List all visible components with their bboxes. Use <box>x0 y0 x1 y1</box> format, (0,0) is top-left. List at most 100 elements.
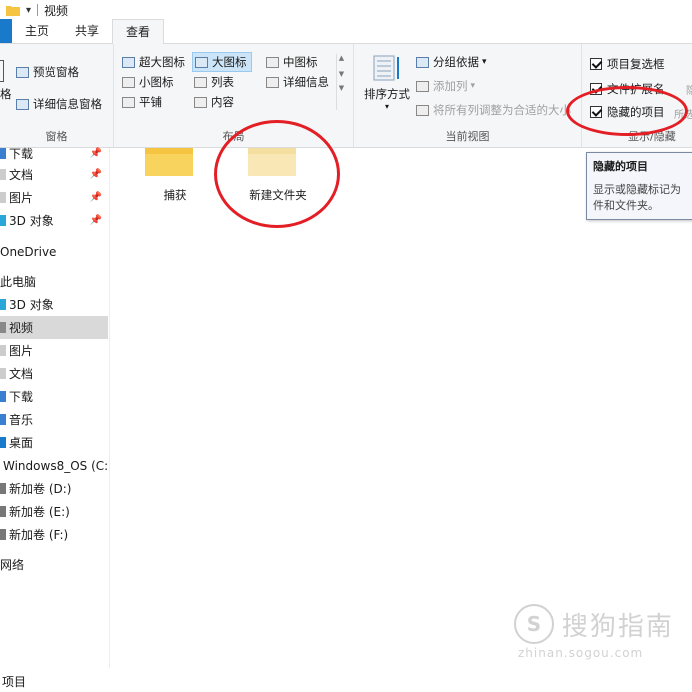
layout-item-label: 详细信息 <box>283 75 329 89</box>
document-icon <box>0 368 6 379</box>
nav-item-label: 网络 <box>0 558 25 572</box>
content-icon <box>194 96 207 108</box>
nav-item-music[interactable]: 音乐 <box>0 408 108 431</box>
size-all-columns-button[interactable]: 将所有列调整为合适的大小 <box>416 102 571 118</box>
large-icons-icon <box>195 56 208 68</box>
nav-item-label: 此电脑 <box>0 275 37 289</box>
nav-item-drive-e[interactable]: 新加卷 (E:) <box>0 500 108 523</box>
add-column-button[interactable]: 添加列 ▾ <box>416 78 475 94</box>
nav-item-documents[interactable]: 文档 <box>0 362 108 385</box>
group-by-button[interactable]: 分组依据 ▾ <box>416 54 487 70</box>
nav-item-drive-c[interactable]: Windows8_OS (C:) <box>0 454 108 477</box>
folder-item[interactable]: 捕获 <box>143 148 207 203</box>
layout-extra-large-icons[interactable]: 超大图标 <box>122 54 185 70</box>
picture-icon <box>0 192 6 203</box>
add-column-dropdown-icon: ▾ <box>470 81 476 91</box>
pin-icon[interactable]: 📌 <box>90 169 102 180</box>
status-bar: 项目 <box>2 675 27 689</box>
layout-content[interactable]: 内容 <box>194 94 234 110</box>
tab-share[interactable]: 共享 <box>62 19 112 43</box>
preview-pane-button[interactable]: 预览窗格 <box>16 64 79 80</box>
nav-item-pictures[interactable]: 图片 <box>0 339 108 362</box>
video-icon <box>0 322 6 333</box>
layout-tiles[interactable]: 平铺 <box>122 94 162 110</box>
small-icons-icon <box>122 76 135 88</box>
item-checkboxes-checkbox[interactable] <box>590 58 602 70</box>
sogou-logo-icon: S <box>514 604 554 644</box>
picture-icon <box>0 345 6 356</box>
navigation-pane: 下载 📌 文档 📌 图片 📌 3D 对象 📌 OneDrive 此电脑 3D 对… <box>0 147 110 668</box>
nav-item-videos[interactable]: 视频 <box>0 316 108 339</box>
document-icon <box>0 169 6 180</box>
3d-object-icon <box>0 215 6 226</box>
layout-medium-icons[interactable]: 中图标 <box>266 54 318 70</box>
watermark: S 搜狗指南 zhinan.sogou.com <box>514 604 674 660</box>
layout-large-icons[interactable]: 大图标 <box>192 52 252 72</box>
details-pane-icon <box>16 98 29 110</box>
download-icon <box>0 148 6 159</box>
title-bar: ▾ 视频 <box>0 0 692 20</box>
tiles-icon <box>122 96 135 108</box>
annotation-circle-folder <box>214 120 340 228</box>
preview-pane-label: 预览窗格 <box>33 65 79 79</box>
details-pane-label: 详细信息窗格 <box>33 97 102 111</box>
nav-item-label: Windows8_OS (C:) <box>3 458 108 473</box>
tab-home[interactable]: 主页 <box>12 19 62 43</box>
nav-item-downloads-pinned[interactable]: 下载 📌 <box>0 142 108 165</box>
sort-by-button[interactable]: 排序方式 ▾ <box>364 54 410 111</box>
layout-item-label: 平铺 <box>139 95 162 109</box>
pin-icon[interactable]: 📌 <box>90 148 102 159</box>
window-title: 视频 <box>44 3 69 18</box>
navigation-pane-icon <box>0 60 4 82</box>
nav-item-onedrive[interactable]: OneDrive <box>0 240 108 263</box>
navigation-pane-button[interactable] <box>0 60 14 82</box>
desktop-icon <box>0 437 6 448</box>
nav-item-label: 图片 <box>9 344 34 358</box>
nav-item-label: OneDrive <box>0 244 57 259</box>
item-checkboxes-label: 项目复选框 <box>607 57 665 71</box>
drive-icon <box>0 506 6 517</box>
nav-item-3d-objects[interactable]: 3D 对象 <box>0 293 108 316</box>
details-pane-button[interactable]: 详细信息窗格 <box>16 96 102 112</box>
layout-details[interactable]: 详细信息 <box>266 74 329 90</box>
quick-access-dropdown-icon[interactable]: ▾ <box>26 5 31 16</box>
nav-item-documents-pinned[interactable]: 文档 📌 <box>0 163 108 186</box>
pin-icon[interactable]: 📌 <box>90 192 102 203</box>
nav-item-this-pc[interactable]: 此电脑 <box>0 270 108 293</box>
nav-item-desktop[interactable]: 桌面 <box>0 431 108 454</box>
nav-item-label: 图片 <box>9 191 34 205</box>
title-separator <box>37 4 39 16</box>
layout-list[interactable]: 列表 <box>194 74 234 90</box>
nav-item-network[interactable]: 网络 <box>0 553 108 576</box>
size-columns-icon <box>416 104 429 116</box>
details-icon <box>266 76 279 88</box>
gallery-expand-icon[interactable]: ▼ <box>337 84 346 92</box>
panes-group: 格 预览窗格 详细信息窗格 窗格 <box>0 44 114 148</box>
pin-icon[interactable]: 📌 <box>90 215 102 226</box>
medium-icons-icon <box>266 56 279 68</box>
file-tab[interactable] <box>0 19 12 43</box>
ribbon-tabs: 主页 共享 查看 <box>0 19 692 44</box>
layout-item-label: 内容 <box>211 95 234 109</box>
nav-item-drive-f[interactable]: 新加卷 (F:) <box>0 523 108 546</box>
nav-item-downloads[interactable]: 下载 <box>0 385 108 408</box>
extra-large-icons-icon <box>122 56 135 68</box>
nav-item-label: 文档 <box>9 168 34 182</box>
current-view-group: 排序方式 ▾ 分组依据 ▾ 添加列 ▾ 将所有列调整为合适的大小 当前视图 <box>354 44 582 148</box>
layout-small-icons[interactable]: 小图标 <box>122 74 174 90</box>
scroll-up-icon[interactable]: ▲ <box>337 54 346 62</box>
layout-item-label: 超大图标 <box>139 55 185 69</box>
nav-item-label: 新加卷 (E:) <box>9 505 70 519</box>
tab-view[interactable]: 查看 <box>112 19 165 44</box>
sort-dropdown-icon: ▾ <box>384 102 389 111</box>
nav-item-drive-d[interactable]: 新加卷 (D:) <box>0 477 108 500</box>
layout-item-label: 小图标 <box>139 75 174 89</box>
folder-name: 捕获 <box>163 188 187 202</box>
layout-gallery-scroll[interactable]: ▲ ▼ ▼ <box>336 54 346 110</box>
nav-item-pictures-pinned[interactable]: 图片 📌 <box>0 186 108 209</box>
layout-item-label: 大图标 <box>212 55 247 69</box>
scroll-down-icon[interactable]: ▼ <box>337 70 346 78</box>
item-checkboxes-toggle[interactable]: 项目复选框 <box>590 56 665 72</box>
nav-item-3d-objects-pinned[interactable]: 3D 对象 📌 <box>0 209 108 232</box>
folder-icon <box>6 6 20 16</box>
